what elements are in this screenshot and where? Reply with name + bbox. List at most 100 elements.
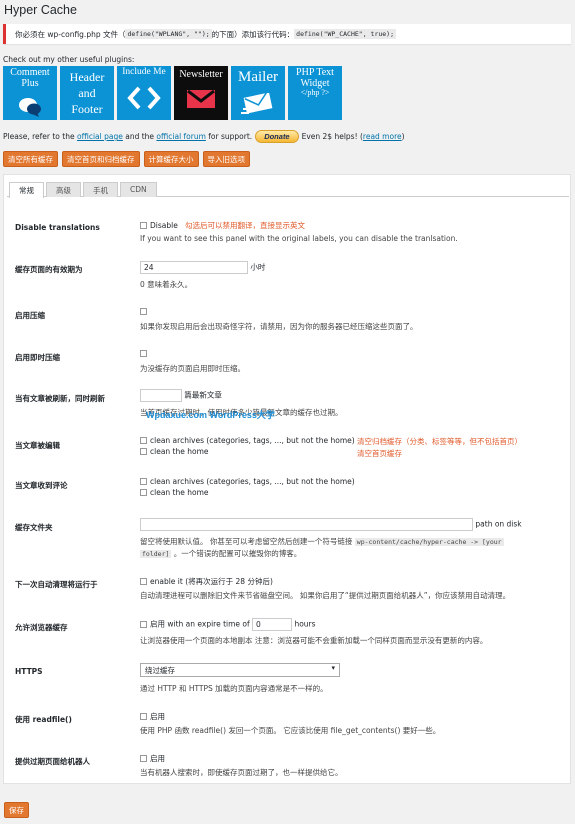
- https-selected: 绕过缓存: [145, 666, 175, 675]
- plugin-title-line: and: [78, 86, 96, 100]
- browser-cache-hours-input[interactable]: 0: [252, 618, 293, 631]
- donate-button[interactable]: Donate: [255, 130, 299, 143]
- envelope-icon: [187, 90, 215, 108]
- label-compression: 启用压缩: [15, 311, 45, 320]
- https-desc: 通过 HTTP 和 HTTPS 加载的页面内容通常是不一样的。: [140, 684, 328, 693]
- browser-cache-unit: hours: [294, 619, 316, 629]
- cache-folder-desc-code2: folder]: [140, 550, 172, 558]
- cache-folder-desc-pre: 留空将使用默认值。 你甚至可以考虑留空然后创建一个符号链接: [140, 537, 353, 546]
- refer-close: ): [401, 132, 405, 141]
- expired-bots-option: 启用: [150, 754, 165, 763]
- browser-cache-checkbox[interactable]: [140, 620, 147, 628]
- plugins-banner: Comment Plus Header and Footer Include M…: [3, 66, 342, 120]
- https-select[interactable]: 绕过缓存 ▾: [140, 663, 340, 677]
- compute-cache-size-button[interactable]: 计算缓存大小: [143, 151, 199, 167]
- cache-folder-desc-code: wp-content/cache/hyper-cache -> [your: [354, 538, 504, 546]
- label-cache-lifetime: 缓存页面的有效期为: [15, 265, 83, 274]
- plugin-title-line: Plus: [21, 77, 39, 89]
- label-cache-folder: 缓存文件夹: [15, 523, 53, 532]
- page-title: Hyper Cache: [4, 3, 77, 17]
- cache-folder-input[interactable]: [140, 518, 473, 531]
- cache-folder-desc-post: 。一个错误的配置可以摧毁你的博客。: [173, 549, 302, 558]
- code-brackets-icon: [127, 86, 161, 110]
- refer-pre: Please, refer to the: [3, 132, 75, 141]
- label-post-edited: 当文章被编辑: [15, 441, 60, 450]
- tab-mobile[interactable]: 手机: [83, 182, 118, 197]
- plugins-label: Check out my other useful plugins:: [3, 55, 135, 64]
- autoclean-checkbox[interactable]: [140, 578, 147, 585]
- refer-support: for support.: [208, 132, 253, 141]
- comment-home-label: clean the home: [150, 488, 209, 497]
- tab-general[interactable]: 常规: [9, 182, 44, 198]
- plugin-comment-plus[interactable]: Comment Plus: [3, 66, 57, 120]
- plugin-title-line: Header: [69, 70, 105, 84]
- post-edited-home-checkbox[interactable]: [140, 448, 147, 455]
- label-browser-cache: 允许浏览器缓存: [15, 623, 68, 632]
- comment-home-checkbox[interactable]: [140, 489, 147, 496]
- cache-lifetime-input[interactable]: 24: [140, 261, 248, 274]
- support-line: Please, refer to the official page and t…: [3, 130, 405, 143]
- refer-and: and the: [125, 132, 155, 141]
- plugin-title-line: Comment: [10, 67, 50, 78]
- mail-stack-icon: [241, 93, 273, 114]
- clear-all-cache-button[interactable]: 清空所有缓存: [3, 151, 58, 167]
- read-more-link[interactable]: read more: [363, 132, 402, 141]
- expired-bots-desc: 当有机器人搜索时，即使缓存页面过期了，也一样提供给它。: [140, 768, 343, 777]
- notice-text-mid: 的下面）添加该行代码：: [211, 29, 295, 39]
- post-edited-annotation-1: 清空归档缓存（分类、标签等等，但不包括首页）: [357, 437, 522, 446]
- action-buttons: 清空所有缓存 清空首页和归档缓存 计算缓存大小 导入旧选项: [3, 151, 250, 167]
- watermark: Wpdaxue.com WordPress大学: [146, 410, 275, 420]
- settings-tabs: 常规 高级 手机 CDN: [7, 182, 569, 198]
- post-edited-annotation-2: 清空首页缓存: [357, 449, 402, 458]
- speech-bubble-icon: [19, 98, 41, 117]
- import-old-options-button[interactable]: 导入旧选项: [202, 151, 250, 167]
- browser-cache-desc: 让浏览器使用一个页面的本地副本 注意：浏览器可能不会重新加载一个同样页面而显示没…: [140, 636, 488, 645]
- plugin-newsletter[interactable]: Newsletter: [174, 66, 228, 120]
- cache-folder-suffix: path on disk: [475, 519, 522, 529]
- post-refresh-unit: 篇最新文章: [184, 390, 222, 400]
- disable-translations-checkbox[interactable]: [140, 222, 147, 229]
- on-the-fly-checkbox[interactable]: [140, 350, 147, 357]
- official-forum-link[interactable]: official forum: [156, 132, 205, 141]
- notice-code-wplang: define("WPLANG", "");: [125, 29, 212, 39]
- readfile-desc: 使用 PHP 函数 readfile() 发回一个页面。 它应该比使用 file…: [140, 726, 441, 735]
- plugin-title-line: </php ?>: [300, 88, 330, 97]
- disable-translations-desc: If you want to see this panel with the o…: [140, 234, 458, 243]
- expired-bots-checkbox[interactable]: [140, 755, 147, 762]
- label-comment-clean: 当文章收到评论: [15, 481, 68, 490]
- tab-advanced[interactable]: 高级: [46, 182, 81, 197]
- readfile-checkbox[interactable]: [140, 713, 147, 720]
- label-on-the-fly: 启用即时压缩: [15, 353, 60, 362]
- autoclean-desc: 自动清理进程可以删除旧文件来节省磁盘空间。 如果你启用了“提供过期页面给机器人”…: [140, 591, 511, 600]
- post-edited-home-label: clean the home: [150, 447, 209, 456]
- plugin-php-text-widget[interactable]: PHP Text Widget </php ?>: [288, 66, 342, 120]
- plugin-include-me[interactable]: Include Me: [117, 66, 171, 120]
- official-page-link[interactable]: official page: [77, 132, 123, 141]
- plugin-header-footer[interactable]: Header and Footer: [60, 66, 114, 120]
- compression-desc: 如果你发现启用后会出现奇怪字符，请禁用，因为你的服务器已经压缩这些页面了。: [140, 322, 418, 331]
- settings-panel: 常规 高级 手机 CDN Disable translations Disabl…: [3, 174, 571, 784]
- post-edited-archives-label: clean archives (categories, tags, ..., b…: [150, 436, 355, 445]
- comment-archives-label: clean archives (categories, tags, ..., b…: [150, 477, 355, 486]
- disable-translations-control: Disable 勾选后可以禁用翻译，直接显示英文: [140, 220, 305, 231]
- plugin-title-line: Footer: [71, 102, 103, 116]
- compression-checkbox[interactable]: [140, 308, 147, 315]
- label-post-refresh: 当有文章被刷新，同时刷新: [15, 394, 105, 403]
- plugin-title-line: PHP Text: [296, 67, 334, 78]
- cache-lifetime-unit: 小时: [250, 262, 266, 272]
- refer-even: Even 2$ helps! (: [301, 132, 363, 141]
- tab-cdn[interactable]: CDN: [120, 182, 157, 197]
- plugin-title-line: Mailer: [238, 69, 278, 85]
- plugin-mailer[interactable]: Mailer: [231, 66, 285, 120]
- label-expired-bots: 提供过期页面给机器人: [15, 757, 90, 766]
- plugin-title-line: Newsletter: [179, 69, 223, 80]
- save-button[interactable]: 保存: [4, 802, 29, 818]
- comment-archives-checkbox[interactable]: [140, 478, 147, 485]
- post-edited-archives-checkbox[interactable]: [140, 437, 147, 444]
- post-refresh-count-input[interactable]: [140, 389, 182, 402]
- cache-lifetime-desc: 0 意味着永久。: [140, 280, 193, 289]
- disable-option-label: Disable: [150, 221, 178, 230]
- notice-code-wpcache: define("WP_CACHE", true);: [294, 29, 397, 39]
- clear-home-archive-cache-button[interactable]: 清空首页和归档缓存: [62, 151, 140, 167]
- notice-text-pre: 你必须在 wp-config.php 文件（: [15, 29, 126, 39]
